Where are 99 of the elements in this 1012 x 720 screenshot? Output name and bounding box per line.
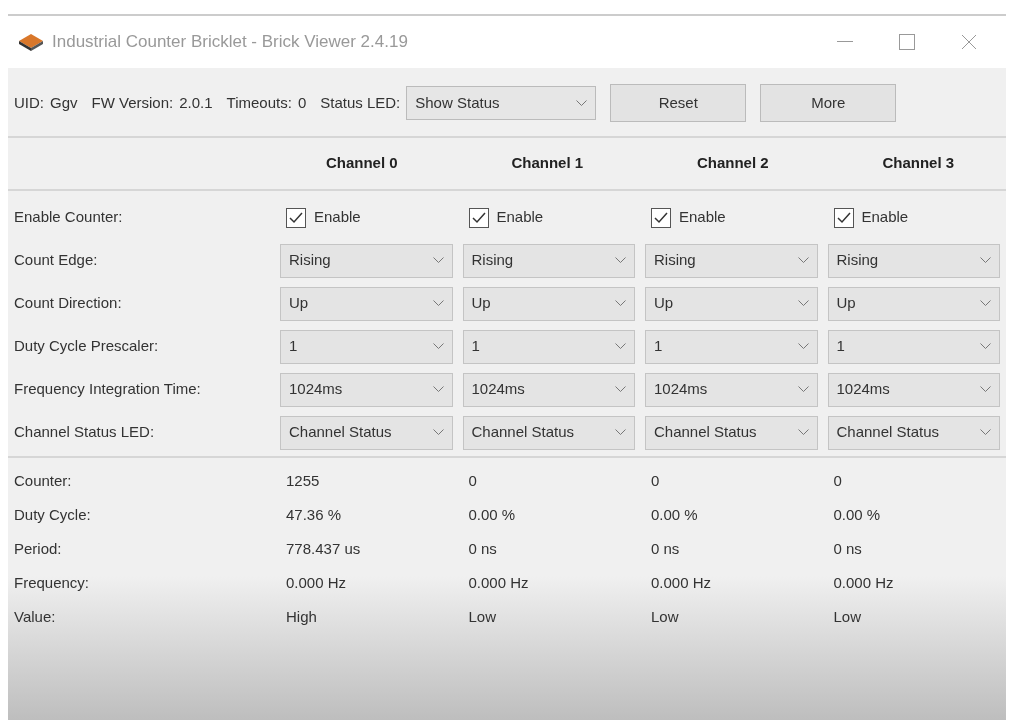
column-header: Channel 0	[324, 153, 399, 173]
timeouts-label: Timeouts:	[226, 92, 292, 113]
reading-value: 0	[832, 470, 843, 491]
dropdown[interactable]: Channel Status	[645, 415, 818, 450]
reading-value: 0.00 %	[650, 504, 699, 525]
caret-icon	[797, 343, 809, 350]
setting-label: Channel Status LED:	[14, 422, 156, 443]
column-header: Channel 3	[881, 153, 956, 173]
reading-value: 0	[467, 470, 478, 491]
caret-icon	[615, 429, 626, 436]
enable-checkbox[interactable]: Enable	[280, 200, 453, 235]
dropdown[interactable]: 1024ms	[280, 372, 453, 407]
reading-value: 47.36 %	[285, 504, 343, 525]
check-icon	[471, 211, 486, 224]
caret-icon	[615, 343, 626, 350]
check-icon	[289, 211, 303, 224]
enable-checkbox[interactable]: Enable	[827, 200, 1000, 235]
reading-value: 778.437 us	[285, 538, 362, 559]
reading-value: 0	[650, 470, 661, 491]
dropdown[interactable]: Up	[827, 286, 1000, 321]
caret-icon	[797, 300, 809, 307]
firmware-value: 2.0.1	[179, 92, 213, 113]
caret-icon	[432, 343, 444, 350]
dropdown[interactable]: 1	[827, 329, 1000, 364]
reading-label: Frequency:	[14, 572, 91, 593]
reading-value: High	[285, 606, 318, 627]
caret-icon	[576, 99, 588, 107]
dropdown[interactable]: Channel Status	[462, 415, 635, 450]
caret-icon	[432, 257, 444, 264]
dropdown[interactable]: Channel Status	[827, 415, 1000, 450]
reading-label: Value:	[14, 606, 57, 627]
check-icon	[836, 211, 851, 224]
reading-value: 0 ns	[832, 538, 863, 559]
status-led-label: Status LED:	[320, 92, 401, 113]
column-header: Channel 1	[510, 153, 585, 173]
dropdown[interactable]: Rising	[827, 243, 1000, 278]
app-icon	[18, 33, 44, 51]
reading-value: 1255	[285, 470, 321, 491]
caret-icon	[615, 300, 626, 307]
dropdown[interactable]: Channel Status	[280, 415, 453, 450]
toolbar-button[interactable]: More	[760, 84, 897, 122]
caret-icon	[432, 386, 444, 393]
caret-icon	[432, 429, 444, 436]
reading-value: Low	[832, 606, 863, 627]
caret-icon	[980, 429, 991, 436]
status-led-dropdown[interactable]: Show Status	[406, 86, 597, 120]
column-header: Channel 2	[695, 153, 770, 173]
setting-label: Count Direction:	[14, 293, 123, 314]
reading-value: 0.00 %	[832, 504, 882, 525]
reading-value: 0.000 Hz	[832, 572, 895, 593]
caret-icon	[797, 429, 809, 436]
caret-icon	[615, 257, 626, 264]
reading-label: Period:	[14, 538, 63, 559]
close-icon	[961, 34, 977, 50]
reading-value: 0.000 Hz	[467, 572, 530, 593]
dropdown[interactable]: 1024ms	[645, 372, 818, 407]
uid-label: UID:	[14, 92, 44, 113]
reading-label: Duty Cycle:	[14, 504, 92, 525]
caret-icon	[797, 386, 809, 393]
reading-value: 0 ns	[467, 538, 498, 559]
caret-icon	[615, 386, 626, 393]
dropdown[interactable]: Rising	[645, 243, 818, 278]
minimize-icon	[837, 41, 853, 43]
setting-label: Duty Cycle Prescaler:	[14, 336, 160, 357]
timeouts-value: 0	[297, 92, 307, 113]
reading-value: 0.000 Hz	[285, 572, 348, 593]
dropdown[interactable]: 1	[280, 329, 453, 364]
dropdown[interactable]: 1	[462, 329, 635, 364]
enable-checkbox[interactable]: Enable	[645, 200, 818, 235]
caret-icon	[432, 300, 444, 307]
caret-icon	[980, 300, 991, 307]
maximize-icon	[899, 34, 915, 50]
caret-icon	[980, 257, 991, 264]
toolbar-button[interactable]: Reset	[610, 84, 747, 122]
caret-icon	[980, 386, 991, 393]
reading-value: 0 ns	[650, 538, 681, 559]
dropdown[interactable]: 1024ms	[462, 372, 635, 407]
reading-value: Low	[467, 606, 498, 627]
check-icon	[654, 211, 668, 224]
dropdown[interactable]: Rising	[462, 243, 635, 278]
uid-value: Ggv	[50, 92, 78, 113]
setting-label: Frequency Integration Time:	[14, 379, 202, 400]
dropdown[interactable]: Up	[280, 286, 453, 321]
dropdown[interactable]: Rising	[280, 243, 453, 278]
setting-label: Count Edge:	[14, 250, 99, 271]
setting-label: Enable Counter:	[14, 207, 124, 228]
dropdown[interactable]: Up	[462, 286, 635, 321]
window-title: Industrial Counter Bricklet - Brick Viewer 2.4.19	[52, 31, 409, 54]
enable-checkbox[interactable]: Enable	[462, 200, 635, 235]
dropdown[interactable]: Up	[645, 286, 818, 321]
dropdown[interactable]: 1	[645, 329, 818, 364]
caret-icon	[797, 257, 809, 264]
reading-value: 0.00 %	[467, 504, 517, 525]
dropdown[interactable]: 1024ms	[827, 372, 1000, 407]
firmware-label: FW Version:	[91, 92, 174, 113]
reading-label: Counter:	[14, 470, 73, 491]
reading-value: Low	[650, 606, 680, 627]
reading-value: 0.000 Hz	[650, 572, 713, 593]
caret-icon	[980, 343, 991, 350]
